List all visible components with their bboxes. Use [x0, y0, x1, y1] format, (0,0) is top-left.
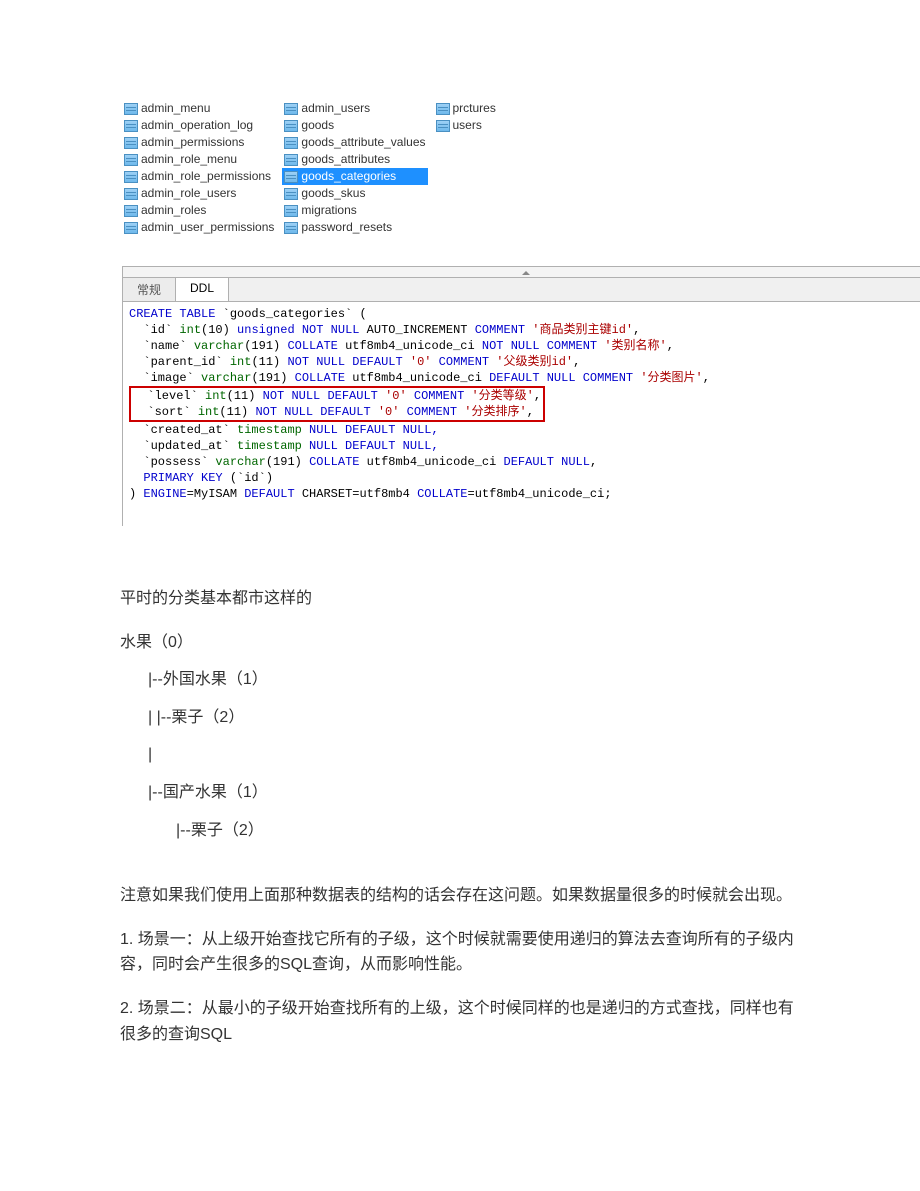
- table-list: admin_menuadmin_operation_logadmin_permi…: [122, 100, 920, 236]
- table-item[interactable]: admin_operation_log: [122, 117, 276, 134]
- table-icon: [284, 103, 298, 115]
- tab-bar: 常规 DDL: [123, 278, 920, 302]
- table-icon: [124, 188, 138, 200]
- table-item[interactable]: users: [434, 117, 498, 134]
- table-item[interactable]: password_resets: [282, 219, 427, 236]
- paragraph: 2. 场景二：从最小的子级开始查找所有的上级，这个时候同样的也是递归的方式查找，…: [120, 996, 800, 1047]
- table-name: password_resets: [301, 219, 392, 236]
- article-body: 平时的分类基本都市这样的 水果（0） |--外国水果（1） | |--栗子（2）…: [120, 586, 800, 1047]
- table-name: admin_role_permissions: [141, 168, 271, 185]
- table-name: admin_roles: [141, 202, 206, 219]
- panel-collapse-handle[interactable]: [123, 267, 920, 278]
- table-item[interactable]: admin_role_permissions: [122, 168, 276, 185]
- table-name: admin_user_permissions: [141, 219, 274, 236]
- table-item[interactable]: goods_attribute_values: [282, 134, 427, 151]
- table-item[interactable]: admin_roles: [122, 202, 276, 219]
- paragraph: 注意如果我们使用上面那种数据表的结构的话会存在这问题。如果数据量很多的时候就会出…: [120, 883, 800, 909]
- table-icon: [284, 154, 298, 166]
- table-icon: [124, 205, 138, 217]
- table-icon: [436, 103, 450, 115]
- table-icon: [284, 222, 298, 234]
- table-item[interactable]: prctures: [434, 100, 498, 117]
- table-icon: [124, 120, 138, 132]
- table-name: goods_skus: [301, 185, 365, 202]
- table-item[interactable]: admin_users: [282, 100, 427, 117]
- table-icon: [124, 171, 138, 183]
- table-name: admin_role_menu: [141, 151, 237, 168]
- table-item[interactable]: admin_role_users: [122, 185, 276, 202]
- table-name: admin_permissions: [141, 134, 244, 151]
- tab-ddl[interactable]: DDL: [176, 278, 229, 301]
- table-name: admin_users: [301, 100, 370, 117]
- table-item[interactable]: goods: [282, 117, 427, 134]
- table-item[interactable]: goods_categories: [282, 168, 427, 185]
- ddl-code: CREATE TABLE `goods_categories` ( `id` i…: [123, 302, 920, 526]
- table-item[interactable]: migrations: [282, 202, 427, 219]
- table-icon: [436, 120, 450, 132]
- table-name: goods_attributes: [301, 151, 390, 168]
- table-icon: [124, 154, 138, 166]
- table-name: goods_attribute_values: [301, 134, 425, 151]
- table-item[interactable]: goods_attributes: [282, 151, 427, 168]
- table-name: prctures: [453, 100, 496, 117]
- table-icon: [284, 120, 298, 132]
- table-item[interactable]: admin_permissions: [122, 134, 276, 151]
- table-item[interactable]: admin_user_permissions: [122, 219, 276, 236]
- table-item[interactable]: admin_menu: [122, 100, 276, 117]
- highlight-box: `level` int(11) NOT NULL DEFAULT '0' COM…: [129, 386, 545, 422]
- table-name: users: [453, 117, 482, 134]
- paragraph: 1. 场景一：从上级开始查找它所有的子级，这个时候就需要使用递归的算法去查询所有…: [120, 927, 800, 978]
- table-name: goods: [301, 117, 334, 134]
- table-icon: [284, 171, 298, 183]
- table-name: admin_operation_log: [141, 117, 253, 134]
- table-name: admin_menu: [141, 100, 210, 117]
- table-icon: [284, 205, 298, 217]
- sql-panel: 常规 DDL CREATE TABLE `goods_categories` (…: [122, 266, 920, 526]
- table-icon: [284, 188, 298, 200]
- paragraph: 平时的分类基本都市这样的: [120, 586, 800, 612]
- table-icon: [124, 222, 138, 234]
- db-screenshot: admin_menuadmin_operation_logadmin_permi…: [122, 100, 920, 526]
- table-icon: [124, 137, 138, 149]
- tab-general[interactable]: 常规: [123, 278, 176, 301]
- table-icon: [284, 137, 298, 149]
- table-item[interactable]: admin_role_menu: [122, 151, 276, 168]
- table-name: admin_role_users: [141, 185, 236, 202]
- table-item[interactable]: goods_skus: [282, 185, 427, 202]
- table-icon: [124, 103, 138, 115]
- table-name: goods_categories: [301, 168, 396, 185]
- table-name: migrations: [301, 202, 356, 219]
- category-tree-example: 水果（0） |--外国水果（1） | |--栗子（2） | |--国产水果（1）…: [120, 630, 800, 844]
